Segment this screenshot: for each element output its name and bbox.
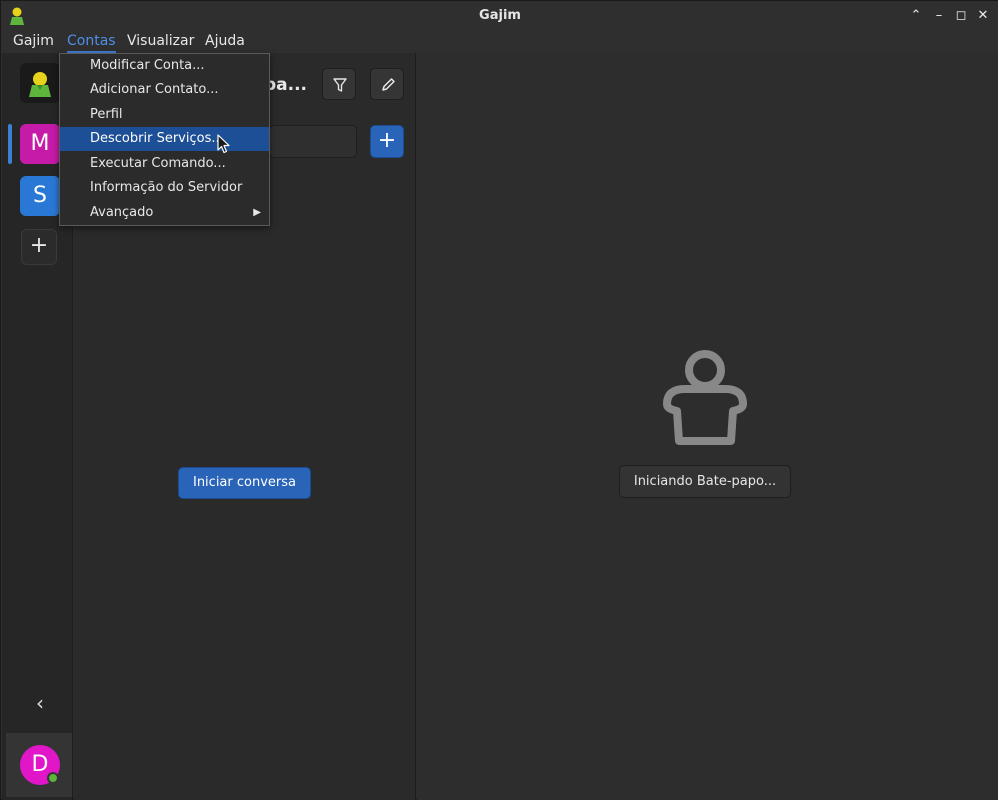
- starting-chat-button[interactable]: Iniciando Bate-papo...: [619, 465, 791, 498]
- chat-list-title: pa...: [264, 75, 308, 95]
- window-title: Gajim: [479, 8, 521, 23]
- compose-button[interactable]: [370, 68, 404, 100]
- menu-visualizar[interactable]: Visualizar: [127, 33, 194, 53]
- menu-bar: Gajim Contas Visualizar Ajuda: [1, 31, 998, 53]
- maximize-caret-icon[interactable]: ⌃: [907, 7, 925, 25]
- gajim-mascot-icon: [29, 72, 51, 97]
- menu-item-perfil[interactable]: Perfil: [60, 103, 269, 127]
- pencil-icon: [382, 78, 395, 91]
- filter-button[interactable]: [322, 68, 356, 100]
- new-chat-button[interactable]: +: [370, 125, 404, 158]
- person-placeholder-icon: [663, 350, 747, 445]
- menu-item-label: Executar Comando...: [90, 156, 226, 171]
- submenu-arrow-icon: ▶: [253, 207, 261, 218]
- menu-item-descobrir-servicos[interactable]: Descobrir Serviços...: [60, 127, 269, 151]
- menu-item-label: Informação do Servidor: [90, 180, 243, 195]
- gajim-home-button[interactable]: [20, 63, 60, 103]
- menu-item-informacao-servidor[interactable]: Informação do Servidor: [60, 176, 269, 200]
- menu-item-label: Adicionar Contato...: [90, 82, 219, 97]
- account-avatar-m[interactable]: M: [20, 124, 60, 164]
- menu-item-avancado[interactable]: Avançado ▶: [60, 201, 269, 225]
- menu-contas[interactable]: Contas: [67, 33, 116, 53]
- search-input[interactable]: [269, 125, 357, 158]
- mouse-cursor-icon: [217, 134, 230, 154]
- contas-dropdown-menu: Modificar Conta... Adicionar Contato... …: [59, 53, 270, 226]
- close-button[interactable]: ✕: [974, 7, 992, 25]
- menu-item-label: Descobrir Serviços...: [90, 131, 224, 146]
- maximize-button[interactable]: ◻: [952, 7, 970, 25]
- account-avatar-s[interactable]: S: [20, 176, 60, 216]
- title-bar: Gajim ⌃ – ◻ ✕: [1, 1, 998, 31]
- menu-item-label: Avançado: [90, 205, 154, 220]
- collapse-sidebar-icon[interactable]: ‹: [30, 693, 50, 713]
- menu-item-label: Modificar Conta...: [90, 58, 205, 73]
- own-profile-panel: D: [6, 733, 72, 797]
- chat-area: Iniciando Bate-papo...: [417, 53, 998, 800]
- start-chat-button[interactable]: Iniciar conversa: [178, 467, 311, 499]
- gajim-window: Gajim ⌃ – ◻ ✕ Gajim Contas Visualizar Aj…: [0, 0, 998, 800]
- menu-item-executar-comando[interactable]: Executar Comando...: [60, 152, 269, 176]
- add-account-button[interactable]: +: [21, 229, 57, 265]
- active-account-indicator: [8, 124, 12, 164]
- menu-item-label: Perfil: [90, 107, 123, 122]
- menu-ajuda[interactable]: Ajuda: [205, 33, 245, 53]
- menu-gajim[interactable]: Gajim: [13, 33, 54, 53]
- menu-item-adicionar-contato[interactable]: Adicionar Contato...: [60, 78, 269, 102]
- minimize-button[interactable]: –: [930, 7, 948, 25]
- filter-icon: [333, 78, 347, 92]
- menu-item-modificar-conta[interactable]: Modificar Conta...: [60, 54, 269, 78]
- online-status-dot: [47, 772, 59, 784]
